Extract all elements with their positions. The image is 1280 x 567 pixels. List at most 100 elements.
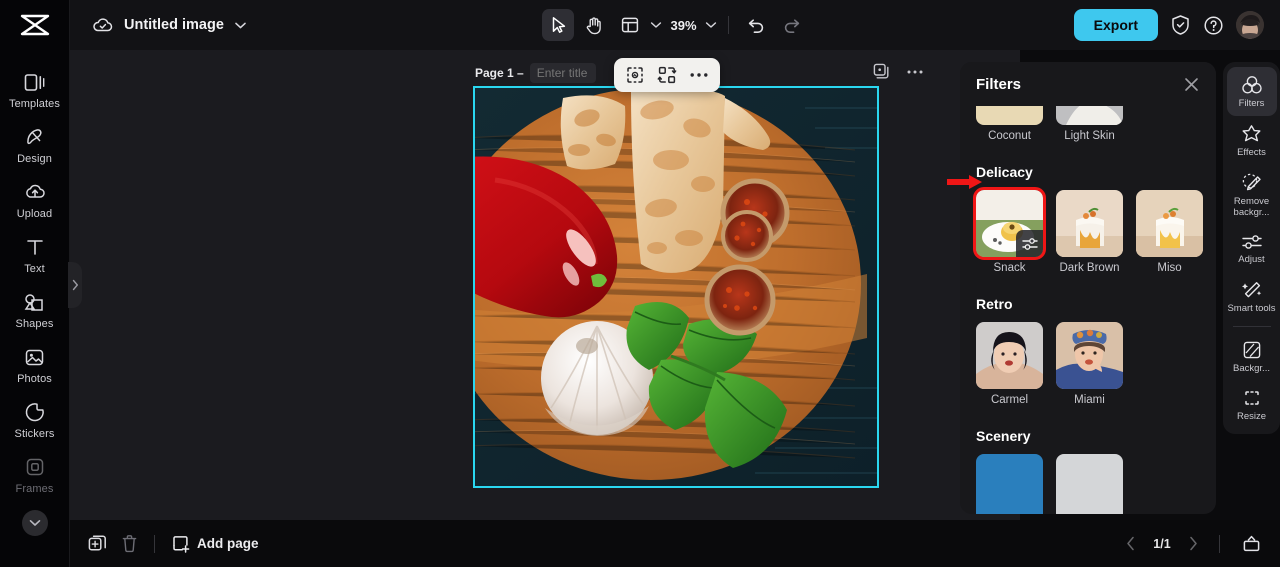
- filter-item-snack[interactable]: Snack: [973, 187, 1046, 274]
- section-title-delicacy: Delicacy: [976, 164, 1033, 180]
- image-canvas[interactable]: [473, 86, 879, 488]
- filter-name: Snack: [993, 262, 1026, 274]
- right-tool-rail: Filters Effects Remove backgr... Adjust …: [1223, 62, 1280, 435]
- sidebar-item-shapes[interactable]: Shapes: [0, 282, 70, 337]
- sidebar-item-label: Stickers: [14, 428, 55, 440]
- more-horizontal-icon[interactable]: [686, 62, 712, 88]
- page-more-icon[interactable]: [906, 69, 924, 75]
- layout-chevron-down-icon[interactable]: [650, 21, 662, 29]
- tool-smart-tools[interactable]: Smart tools: [1227, 272, 1277, 321]
- filter-thumbnail[interactable]: [1056, 106, 1123, 125]
- filter-item-carmel[interactable]: Carmel: [976, 322, 1043, 406]
- filter-thumbnail[interactable]: [1136, 190, 1203, 257]
- select-tool-button[interactable]: [542, 9, 575, 41]
- undo-button[interactable]: [740, 9, 772, 41]
- trash-icon[interactable]: [121, 534, 138, 553]
- sliders-icon[interactable]: [1016, 230, 1043, 257]
- filter-thumbnail[interactable]: [976, 454, 1043, 514]
- filter-thumbnail[interactable]: [1056, 190, 1123, 257]
- filter-thumbnail[interactable]: [976, 322, 1043, 389]
- sidebar-item-label: Templates: [8, 98, 61, 110]
- bottom-divider: [154, 534, 155, 553]
- image-floating-toolbar: [614, 58, 720, 92]
- sidebar-item-label: Photos: [17, 373, 52, 385]
- toolbar-divider: [727, 16, 729, 34]
- templates-icon: [24, 71, 46, 93]
- zoom-chevron-down-icon[interactable]: [705, 21, 717, 29]
- chevron-left-icon[interactable]: [1126, 536, 1135, 551]
- sidebar-item-design[interactable]: Design: [0, 117, 70, 172]
- tool-label: Adjust: [1238, 253, 1265, 265]
- upload-cloud-icon: [24, 181, 46, 203]
- filter-thumbnail[interactable]: [1056, 454, 1123, 514]
- sidebar-item-upload[interactable]: Upload: [0, 172, 70, 227]
- filter-item-dark-brown[interactable]: Dark Brown: [1056, 190, 1123, 274]
- tool-filters[interactable]: Filters: [1226, 67, 1277, 116]
- sidebar-item-label: Shapes: [15, 318, 54, 330]
- hand-pan-icon: [585, 16, 603, 35]
- top-toolbar: Untitled image 39% Export: [70, 0, 1280, 50]
- duplicate-page-icon[interactable]: [873, 63, 890, 80]
- chevron-right-icon[interactable]: [1189, 536, 1198, 551]
- redo-icon: [783, 17, 801, 33]
- layout-grid-icon: [621, 16, 639, 34]
- filter-item-light-skin[interactable]: Light Skin: [1056, 106, 1123, 142]
- replace-media-icon[interactable]: [654, 62, 680, 88]
- redo-button[interactable]: [776, 9, 808, 41]
- filter-item-miami[interactable]: Miami: [1056, 322, 1123, 406]
- sidebar-item-stickers[interactable]: Stickers: [0, 392, 70, 447]
- expand-sidebar-button[interactable]: [21, 510, 48, 536]
- smart-tools-wand-icon: [1241, 280, 1263, 300]
- filter-name: Light Skin: [1064, 130, 1115, 142]
- canvas-photo: [475, 88, 877, 486]
- capcut-logo-icon[interactable]: [0, 0, 69, 50]
- tool-resize[interactable]: Resize: [1227, 380, 1277, 429]
- panel-collapse-handle[interactable]: [68, 262, 82, 308]
- effects-star-icon: [1241, 124, 1262, 144]
- tool-background[interactable]: Backgr...: [1227, 332, 1277, 381]
- tool-label: Smart tools: [1227, 302, 1276, 314]
- duplicate-icon[interactable]: [88, 534, 107, 553]
- filter-item-scenery-1[interactable]: [976, 454, 1043, 514]
- layout-tool-button[interactable]: [614, 9, 646, 41]
- sidebar-item-photos[interactable]: Photos: [0, 337, 70, 392]
- tool-adjust[interactable]: Adjust: [1227, 225, 1277, 272]
- filter-thumbnail-selected[interactable]: [973, 187, 1046, 260]
- tool-effects[interactable]: Effects: [1227, 116, 1277, 165]
- canvas-workspace[interactable]: Page 1 –: [70, 50, 1020, 520]
- sidebar-item-text[interactable]: Text: [0, 227, 70, 282]
- page-tools-group: [873, 63, 924, 80]
- zoom-level-value[interactable]: 39%: [666, 18, 700, 33]
- bottom-right-pagination: 1/1: [1126, 534, 1262, 553]
- filter-thumbnail[interactable]: [1056, 322, 1123, 389]
- filter-item-scenery-2[interactable]: [1056, 454, 1123, 514]
- page-label-group: Page 1 –: [475, 63, 596, 83]
- filter-item-coconut[interactable]: Coconut: [976, 106, 1043, 142]
- export-button[interactable]: Export: [1073, 9, 1158, 41]
- tool-label: Filters: [1238, 98, 1265, 109]
- filter-thumbnail[interactable]: [976, 106, 1043, 125]
- sidebar-item-templates[interactable]: Templates: [0, 62, 70, 117]
- filter-name: Carmel: [990, 394, 1029, 406]
- cutout-icon[interactable]: [622, 62, 648, 88]
- tool-remove-background[interactable]: Remove backgr...: [1227, 165, 1277, 225]
- add-page-button[interactable]: Add page: [171, 534, 259, 553]
- help-circle-icon[interactable]: [1203, 15, 1224, 36]
- close-icon[interactable]: [1183, 76, 1200, 93]
- filter-row-retro: Carmel Miami: [976, 322, 1200, 406]
- sidebar-item-frames[interactable]: Frames: [0, 447, 70, 502]
- adjust-sliders-icon: [1241, 233, 1263, 251]
- stickers-icon: [24, 401, 46, 423]
- pages-panel-icon[interactable]: [1241, 534, 1262, 553]
- user-avatar[interactable]: [1236, 11, 1264, 39]
- top-right-actions: Export: [1073, 9, 1264, 41]
- filters-panel: Filters Coconut Light Skin Delicacy Snac…: [960, 62, 1216, 514]
- hand-tool-button[interactable]: [578, 9, 610, 41]
- chevron-right-icon: [72, 279, 79, 291]
- shield-check-icon[interactable]: [1170, 14, 1191, 36]
- page-title-input[interactable]: [529, 63, 596, 83]
- sidebar-item-label: Upload: [16, 208, 53, 220]
- sidebar-item-label: Design: [17, 153, 52, 165]
- filter-item-miso[interactable]: Miso: [1136, 190, 1203, 274]
- filters-list[interactable]: Coconut Light Skin Delicacy Snack Dark B…: [960, 106, 1216, 514]
